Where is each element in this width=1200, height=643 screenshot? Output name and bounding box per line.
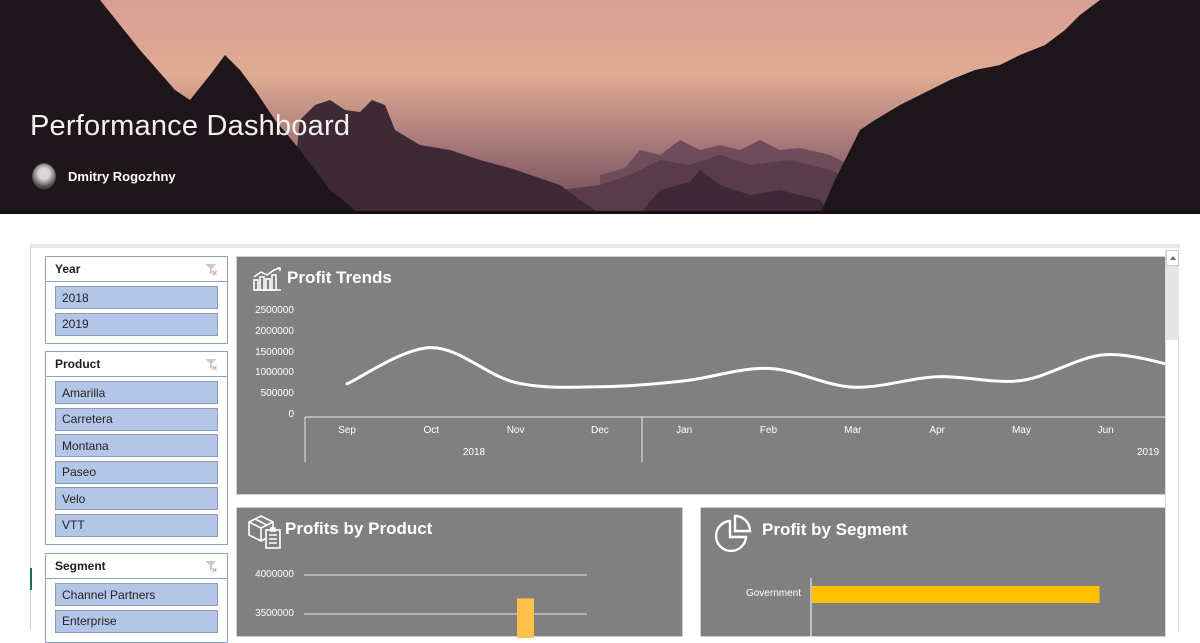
slicer-title: Segment <box>55 559 106 573</box>
category-label: Government <box>745 588 801 599</box>
row-selection-indicator <box>30 568 32 590</box>
slicer-item-channel-partners[interactable]: Channel Partners <box>55 583 218 606</box>
profit-by-segment-panel: Profit by Segment Government <box>700 507 1166 638</box>
slicer-item-vtt[interactable]: VTT <box>55 513 218 537</box>
x-tick-label: Oct <box>423 425 440 436</box>
product-bar <box>517 598 534 638</box>
x-tick-label: Feb <box>759 425 778 436</box>
x-tick-label: Apr <box>929 425 945 436</box>
slicer-item-montana[interactable]: Montana <box>55 434 218 457</box>
x-tick-label: Nov <box>506 425 525 436</box>
vertical-scrollbar[interactable] <box>1165 250 1179 630</box>
profits-by-product-chart <box>304 574 587 638</box>
slicer-item-paseo[interactable]: Paseo <box>55 460 218 484</box>
year-group-label: 2019 <box>1137 447 1160 458</box>
slicer-item-velo[interactable]: Velo <box>55 487 218 510</box>
clear-filter-icon[interactable] <box>204 559 218 573</box>
slicer-item-enterprise[interactable]: Enterprise <box>55 609 218 633</box>
x-tick-label: May <box>1011 425 1031 436</box>
slicer-item-2019[interactable]: 2019 <box>55 312 218 336</box>
profit-by-segment-chart <box>810 578 1100 638</box>
clear-filter-icon[interactable] <box>204 262 218 276</box>
profit-trends-chart <box>304 346 1167 462</box>
y-tick-label: 2500000 <box>255 305 294 316</box>
author-avatar <box>32 163 56 189</box>
y-tick-label: 500000 <box>260 388 294 400</box>
profit-series-line <box>345 346 1165 389</box>
profit-trends-panel: Profit Trends 2500000 2000000 1500000 10000… <box>236 256 1167 495</box>
panel-gap <box>236 495 1166 507</box>
clear-filter-icon[interactable] <box>204 357 218 371</box>
slicer-item-amarilla[interactable]: Amarilla <box>55 381 218 404</box>
y-tick-label: 4000000 <box>255 569 294 580</box>
slicer-item-2018[interactable]: 2018 <box>55 286 218 309</box>
slicer-product: Product Amarilla Carretera Montana Paseo… <box>45 351 228 545</box>
y-tick-label: 3500000 <box>255 608 294 619</box>
mountain-landscape-image <box>0 0 1200 214</box>
x-tick-label: Mar <box>844 425 862 436</box>
x-tick-label: Dec <box>590 425 609 436</box>
hero-banner: Performance Dashboard Dmitry Rogozhny <box>0 0 1200 214</box>
author-info: Dmitry Rogozhny <box>32 163 176 189</box>
dashboard-title: Performance Dashboard <box>30 110 351 142</box>
y-tick-label: 1500000 <box>255 346 294 358</box>
author-name: Dmitry Rogozhny <box>68 168 176 184</box>
x-tick-label: Sep <box>338 425 356 436</box>
year-group-label: 2018 <box>462 447 486 458</box>
scroll-thumb[interactable] <box>1166 266 1179 340</box>
slicer-header: Segment <box>46 554 227 579</box>
slicer-title: Product <box>55 357 101 371</box>
y-tick-label: 2000000 <box>255 325 294 337</box>
profits-by-product-panel: Profits by Product 4000000 3500000 <box>236 507 683 638</box>
y-tick-label: 0 <box>288 409 294 420</box>
slicer-header: Year <box>46 257 227 282</box>
scroll-up-button[interactable] <box>1166 250 1179 266</box>
slicer-header: Product <box>46 352 227 377</box>
x-tick-label: Jun <box>1097 425 1114 436</box>
x-tick-label: Jan <box>676 425 693 436</box>
segment-bar <box>812 586 1100 603</box>
slicer-item-carretera[interactable]: Carretera <box>55 407 218 431</box>
y-tick-label: 1000000 <box>255 367 294 379</box>
slicer-title: Year <box>55 262 81 276</box>
slicer-year: Year 2018 2019 <box>45 256 228 344</box>
